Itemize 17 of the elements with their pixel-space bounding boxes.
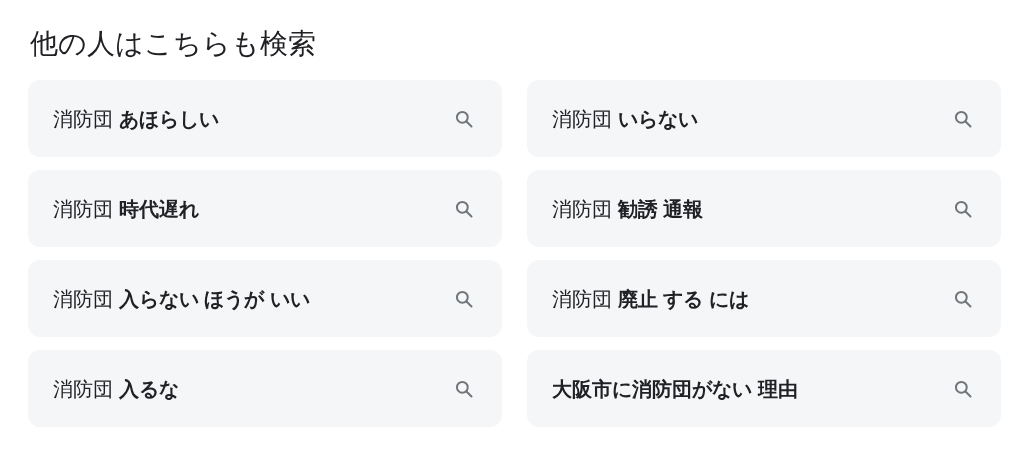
suggestion-chip[interactable]: 消防団 時代遅れ: [28, 170, 502, 247]
suggestion-chip[interactable]: 消防団 廃止 する には: [527, 260, 1001, 337]
section-title: 他の人はこちらも検索: [30, 27, 317, 61]
suggestion-chip[interactable]: 消防団 入らない ほうが いい: [28, 260, 502, 337]
suggestion-chip[interactable]: 消防団 入るな: [28, 350, 502, 427]
search-icon: [953, 108, 973, 129]
suggestion-chip[interactable]: 消防団 勧誘 通報: [527, 170, 1001, 247]
search-icon: [953, 378, 973, 399]
suggestion-chip[interactable]: 消防団 あほらしい: [28, 80, 502, 157]
search-icon: [953, 288, 973, 309]
search-icon: [454, 378, 474, 399]
search-icon: [953, 198, 973, 219]
search-icon: [454, 288, 474, 309]
search-icon: [454, 108, 474, 129]
suggestion-chip[interactable]: 大阪市に消防団がない 理由: [527, 350, 1001, 427]
search-icon: [454, 198, 474, 219]
suggestion-chip[interactable]: 消防団 いらない: [527, 80, 1001, 157]
